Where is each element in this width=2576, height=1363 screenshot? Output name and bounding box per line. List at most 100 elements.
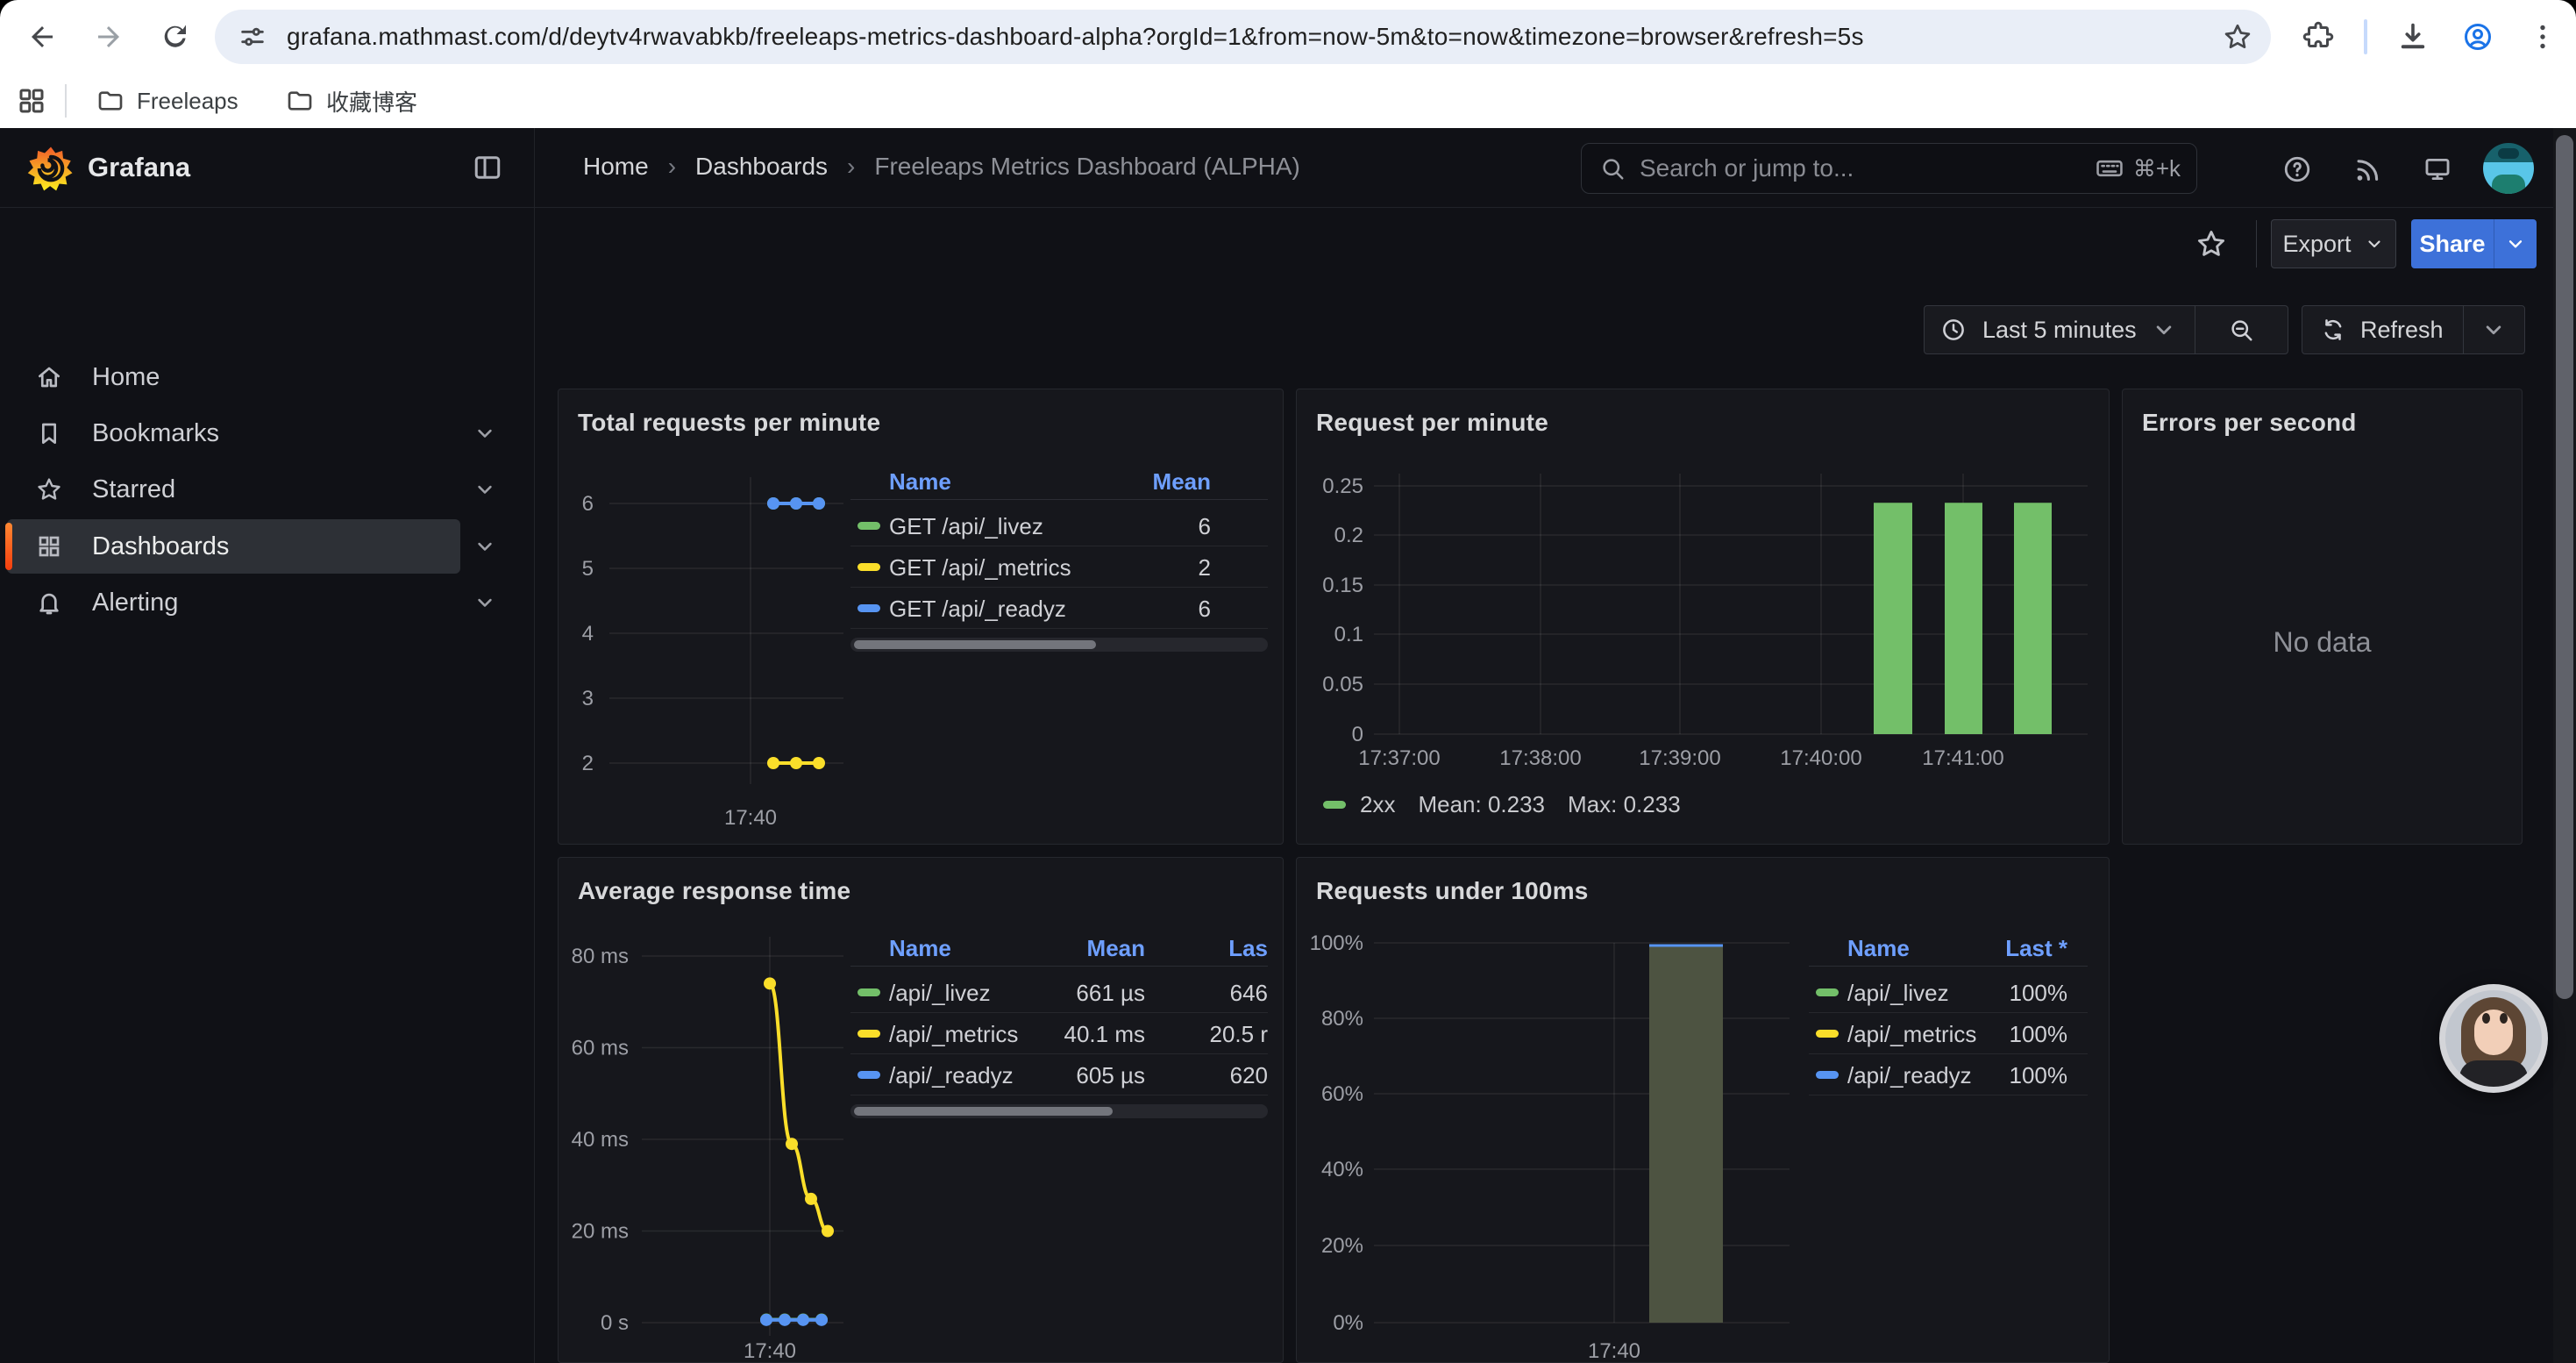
legend-row[interactable]: /api/_readyz605 µs620	[850, 1054, 1268, 1095]
breadcrumb-dashboards[interactable]: Dashboards	[695, 153, 828, 181]
svg-text:17:39:00: 17:39:00	[1639, 746, 1720, 770]
legend-cell-name: /api/_metrics	[1847, 1021, 1976, 1048]
svg-text:0: 0	[1352, 723, 1363, 746]
share-dropdown-icon[interactable]	[2494, 219, 2537, 268]
legend-max: Max: 0.233	[1568, 791, 1681, 818]
legend-column-mean[interactable]: Mean	[1153, 468, 1211, 496]
scrollbar-thumb[interactable]	[854, 640, 1096, 649]
breadcrumb-separator: ›	[668, 153, 676, 181]
legend-table: Name Mean Las/api/_livez661 µs646/api/_met…	[559, 858, 1284, 1363]
series-color-pill	[857, 988, 880, 996]
sidebar-item-bookmarks[interactable]: Bookmarks	[0, 406, 534, 460]
share-button-label[interactable]: Share	[2411, 219, 2494, 268]
toolbar-divider	[2364, 19, 2367, 54]
panel-title[interactable]: Request per minute	[1316, 409, 1548, 437]
page-scrollbar[interactable]	[2553, 128, 2576, 1363]
news-rss-icon[interactable]	[2350, 152, 2385, 187]
chevron-down-icon[interactable]	[473, 421, 497, 446]
breadcrumb-home[interactable]: Home	[583, 153, 649, 181]
sidebar-toggle-icon[interactable]	[472, 152, 503, 188]
bookmark-folder-freeleaps[interactable]: Freeleaps	[84, 81, 251, 121]
export-button[interactable]: Export	[2271, 219, 2396, 268]
legend-header: Name Mean	[850, 465, 1268, 500]
request-per-minute-bar-chart[interactable]: 0.250.20.150.10.05017:37:0017:38:0017:39…	[1297, 389, 2110, 845]
floating-assistant-avatar[interactable]	[2439, 984, 2548, 1093]
legend-row[interactable]: GET /api/_livez6	[850, 505, 1268, 546]
share-button[interactable]: Share	[2411, 219, 2537, 268]
legend-column-las[interactable]: Las	[1228, 935, 1268, 962]
legend-row[interactable]: /api/_metrics100%	[1809, 1013, 2088, 1054]
bell-icon	[35, 589, 63, 617]
profile-icon[interactable]	[2455, 14, 2501, 60]
legend-cell-name: /api/_readyz	[889, 1062, 1014, 1089]
dots-v-icon	[2527, 21, 2558, 53]
series-legend[interactable]: 2xx Mean: 0.233 Max: 0.233	[1323, 791, 1681, 818]
sidebar-item-starred[interactable]: Starred	[0, 462, 534, 517]
refresh-interval-chevron-icon[interactable]	[2480, 317, 2507, 343]
breadcrumb: Home › Dashboards › Freeleaps Metrics Da…	[583, 153, 1300, 181]
site-info-icon[interactable]	[238, 22, 267, 52]
legend-row[interactable]: GET /api/_readyz6	[850, 588, 1268, 629]
favorite-star-icon[interactable]	[2195, 227, 2228, 260]
legend-cell-name: /api/_metrics	[889, 1021, 1018, 1048]
sidebar-link[interactable]: Starred	[7, 462, 460, 517]
chevron-down-icon[interactable]	[473, 590, 497, 615]
legend-row[interactable]: /api/_livez661 µs646	[850, 972, 1268, 1013]
chevron-down-icon[interactable]	[473, 534, 497, 559]
legend-column-last[interactable]: Last *	[2005, 935, 2067, 962]
bookmark-star-icon[interactable]	[2222, 21, 2253, 53]
scrollbar-thumb[interactable]	[2556, 135, 2573, 999]
person-circle-icon	[2462, 21, 2494, 53]
chevron-down-icon[interactable]	[473, 477, 497, 502]
legend-column-name[interactable]: Name	[889, 935, 951, 962]
forward-button[interactable]	[84, 12, 133, 61]
sidebar-item-home[interactable]: Home	[0, 350, 534, 404]
browser-window: grafana.mathmast.com/d/deytv4rwavabkb/fr…	[0, 0, 2576, 1363]
url-text[interactable]: grafana.mathmast.com/d/deytv4rwavabkb/fr…	[287, 23, 2222, 51]
grafana-logo[interactable]	[26, 144, 75, 193]
legend-scrollbar[interactable]	[850, 638, 1268, 652]
no-data-message: No data	[2123, 626, 2522, 659]
sidebar-link[interactable]: Dashboards	[7, 519, 460, 574]
scrollbar-thumb[interactable]	[854, 1107, 1113, 1116]
menu-dots-icon[interactable]	[2520, 14, 2565, 60]
sidebar-item-label: Bookmarks	[92, 419, 219, 448]
chevron-down-icon	[2364, 233, 2385, 254]
back-button[interactable]	[18, 12, 67, 61]
legend-cell-last: 620	[1230, 1062, 1268, 1089]
legend-row[interactable]: /api/_livez100%	[1809, 972, 2088, 1013]
zoom-out-icon[interactable]	[2228, 317, 2254, 343]
sidebar-link[interactable]: Alerting	[7, 575, 460, 630]
legend-row[interactable]: /api/_metrics 40.1 ms 20.5 r	[850, 1013, 1268, 1054]
sidebar-link[interactable]: Bookmarks	[7, 406, 460, 460]
legend-column-name[interactable]: Name	[1847, 935, 1910, 962]
help-icon[interactable]	[2280, 152, 2315, 187]
chevron-down-icon	[2480, 317, 2507, 343]
search-input[interactable]: Search or jump to... ⌘+k	[1581, 143, 2197, 194]
legend-table: NameMeanGET /api/_livez6GET /api/_metric…	[559, 389, 1284, 845]
legend-row[interactable]: GET /api/_metrics2	[850, 546, 1268, 588]
legend-cell-name: GET /api/_metrics	[889, 554, 1071, 582]
time-range-picker[interactable]: Last 5 minutes	[1924, 305, 2288, 354]
bookmark-folder-blogs[interactable]: 收藏博客	[274, 81, 430, 121]
puzzle-icon	[2302, 21, 2334, 53]
user-avatar[interactable]	[2483, 143, 2534, 194]
downloads-icon[interactable]	[2390, 14, 2436, 60]
display-icon[interactable]	[2420, 152, 2455, 187]
apps-grid-icon[interactable]	[16, 85, 47, 117]
extensions-icon[interactable]	[2295, 14, 2341, 60]
reload-button[interactable]	[151, 12, 200, 61]
panel-title[interactable]: Errors per second	[2142, 409, 2357, 437]
legend-row[interactable]: /api/_readyz100%	[1809, 1054, 2088, 1095]
refresh-picker[interactable]: Refresh	[2302, 305, 2525, 354]
legend-column-mean[interactable]: Mean	[1087, 935, 1145, 962]
legend-cell-mean: 40.1 ms	[1064, 1021, 1146, 1048]
sidebar-item-dashboards[interactable]: Dashboards	[0, 519, 534, 574]
url-bar[interactable]: grafana.mathmast.com/d/deytv4rwavabkb/fr…	[215, 10, 2271, 64]
sidebar-item-alerting[interactable]: Alerting	[0, 575, 534, 630]
sidebar-link[interactable]: Home	[7, 350, 460, 404]
legend-scrollbar[interactable]	[850, 1104, 1268, 1118]
legend-column-name[interactable]: Name	[889, 468, 951, 496]
legend-cell-last: 20.5 r	[1210, 1021, 1269, 1048]
legend-cell-last: 646	[1230, 980, 1268, 1007]
